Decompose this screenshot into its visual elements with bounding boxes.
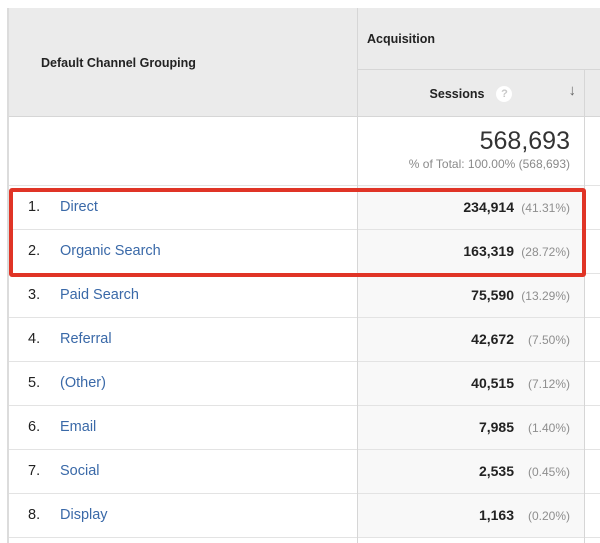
sessions-percent: (7.12%) [527,377,570,391]
sessions-value: 7,985 [478,419,514,435]
row-index: 6. [28,419,41,435]
table-row: 1. Direct 234,914 (41.31%) [9,185,600,229]
table-row: 7. Social 2,535 (0.45%) [9,449,600,493]
sessions-percent: (7.50%) [527,333,570,347]
row-index: 5. [28,375,41,391]
column-divider [357,8,358,543]
sessions-cell: 234,914 (41.31%) [358,186,584,229]
row-index: 4. [28,331,41,347]
sessions-column-label: Sessions [429,86,485,101]
channel-link[interactable]: Organic Search [60,230,161,273]
sessions-cell: 75,590 (13.29%) [358,274,584,317]
sessions-column-header[interactable]: Sessions ? ↓ [358,70,584,117]
sort-descending-arrow-icon[interactable]: ↓ [569,82,577,99]
sessions-cell: 42,672 (7.50%) [358,318,584,361]
sessions-value: 40,515 [471,375,514,391]
sessions-percent: (0.45%) [527,465,570,479]
sessions-cell: 163,319 (28.72%) [358,230,584,273]
channel-link[interactable]: Social [60,450,100,493]
sessions-value: 163,319 [463,243,514,259]
channel-link[interactable]: Email [60,406,96,449]
metric-group-label: Acquisition [367,32,436,46]
row-index: 1. [28,199,41,215]
dimension-column-header[interactable]: Default Channel Grouping [9,8,358,117]
sessions-cell: 7,985 (1.40%) [358,406,584,449]
sessions-cell: 40,515 (7.12%) [358,362,584,405]
sessions-total-subtitle: % of Total: 100.00% (568,693) [408,157,570,171]
sessions-percent: (0.20%) [527,509,570,523]
sessions-value: 42,672 [471,331,514,347]
question-circle-icon[interactable]: ? [496,85,513,102]
channel-link[interactable]: Display [60,494,108,537]
channel-link[interactable]: Paid Search [60,274,139,317]
sessions-total-value: 568,693 [479,127,570,155]
row-index: 3. [28,287,41,303]
sessions-percent: (13.29%) [521,289,570,303]
row-index: 8. [28,507,41,523]
sessions-percent: (28.72%) [521,245,570,259]
dimension-column-label: Default Channel Grouping [41,55,196,70]
table-row: 3. Paid Search 75,590 (13.29%) [9,273,600,317]
row-index: 7. [28,463,41,479]
sessions-value: 2,535 [478,463,514,479]
metric-group-header: Acquisition [358,8,600,70]
table-row: 6. Email 7,985 (1.40%) [9,405,600,449]
channel-link[interactable]: (Other) [60,362,106,405]
table-row: 8. Display 1,163 (0.20%) [9,493,600,537]
sessions-cell: 1,163 (0.20%) [358,494,584,537]
sessions-cell: 2,535 (0.45%) [358,450,584,493]
table-row: 4. Referral 42,672 (7.50%) [9,317,600,361]
table-right-border [584,70,585,543]
table-row: 2. Organic Search 163,319 (28.72%) [9,229,600,273]
sessions-value: 234,914 [463,199,514,215]
sessions-percent: (1.40%) [527,421,570,435]
channel-link[interactable]: Referral [60,318,112,361]
sessions-total-cell: 568,693 % of Total: 100.00% (568,693) [358,117,584,185]
row-index: 2. [28,243,41,259]
sessions-value: 1,163 [478,507,514,523]
table-row: 5. (Other) 40,515 (7.12%) [9,361,600,405]
table-bottom-border [9,537,600,539]
sessions-value: 75,590 [471,287,514,303]
channel-link[interactable]: Direct [60,186,98,229]
sessions-percent: (41.31%) [521,201,570,215]
